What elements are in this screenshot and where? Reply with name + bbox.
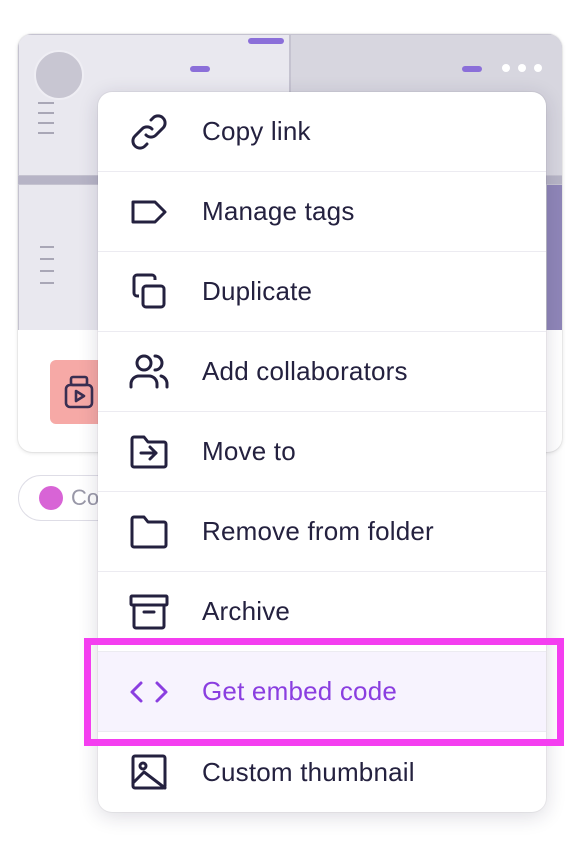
menu-item-duplicate[interactable]: Duplicate <box>98 252 546 332</box>
menu-item-custom-thumbnail[interactable]: Custom thumbnail <box>98 732 546 812</box>
thumbnail-line <box>38 122 54 124</box>
avatar <box>34 50 84 100</box>
archive-icon <box>128 591 170 633</box>
menu-item-label: Add collaborators <box>202 356 408 386</box>
menu-item-remove-from-folder[interactable]: Remove from folder <box>98 492 546 572</box>
more-options-button[interactable] <box>502 58 542 78</box>
menu-item-label: Archive <box>202 596 291 626</box>
folder-move-icon <box>128 431 170 473</box>
menu-item-label: Get embed code <box>202 676 398 706</box>
menu-item-label: Custom thumbnail <box>202 756 415 787</box>
tag-color-dot <box>39 486 63 510</box>
image-icon <box>128 751 170 793</box>
thumbnail-bar <box>248 38 284 44</box>
dot <box>534 64 542 72</box>
thumbnail-bar <box>190 66 210 72</box>
thumbnail-line <box>38 102 54 104</box>
menu-item-label: Move to <box>202 436 296 466</box>
dot <box>518 64 526 72</box>
code-icon <box>128 671 170 713</box>
thumbnail-line <box>38 132 54 134</box>
thumbnail-line <box>40 258 54 260</box>
thumbnail-line <box>38 112 54 114</box>
thumbnail-bar <box>462 66 482 72</box>
menu-item-get-embed-code[interactable]: Get embed code <box>98 652 546 732</box>
menu-item-label: Copy link <box>202 116 311 146</box>
menu-item-add-collaborators[interactable]: Add collaborators <box>98 332 546 412</box>
thumbnail-line <box>40 270 54 272</box>
thumbnail-pane <box>546 184 562 330</box>
dot <box>502 64 510 72</box>
thumbnail-line <box>40 246 54 248</box>
users-icon <box>128 351 170 393</box>
tag-chip-label: Co <box>71 485 100 510</box>
duplicate-icon <box>128 271 170 313</box>
menu-item-label: Remove from folder <box>202 516 434 546</box>
folder-icon <box>128 511 170 553</box>
link-icon <box>128 111 170 153</box>
menu-item-label: Manage tags <box>202 196 355 226</box>
menu-item-move-to[interactable]: Move to <box>98 412 546 492</box>
context-menu: Copy link Manage tags Duplicate Add coll… <box>98 92 546 812</box>
menu-item-copy-link[interactable]: Copy link <box>98 92 546 172</box>
thumbnail-line <box>40 282 54 284</box>
menu-item-label: Duplicate <box>202 276 313 306</box>
tag-icon <box>128 191 170 233</box>
menu-item-archive[interactable]: Archive <box>98 572 546 652</box>
menu-item-manage-tags[interactable]: Manage tags <box>98 172 546 252</box>
